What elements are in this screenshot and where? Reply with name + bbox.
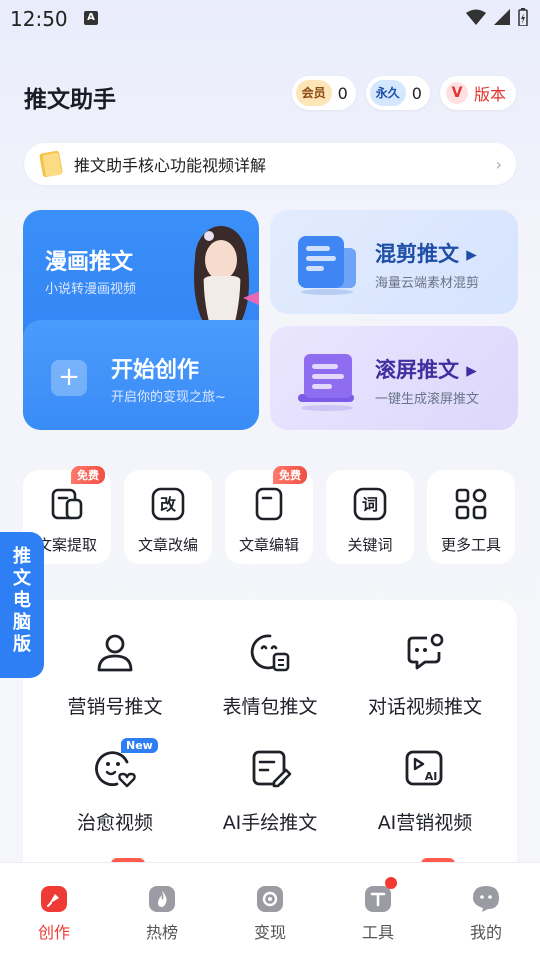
header-actions: 会员 0 永久 0 V 版本 bbox=[291, 76, 516, 110]
vip-tag: 会员 bbox=[295, 80, 332, 106]
feature-dialog[interactable]: 对话视频推文 bbox=[343, 630, 507, 719]
pc-version-button[interactable]: 推 文 电 脑 版 bbox=[0, 532, 44, 678]
chat-icon bbox=[407, 633, 444, 670]
feature-label: 对话视频推文 bbox=[367, 696, 482, 718]
free-badge: 免费 bbox=[273, 466, 307, 484]
plus-icon: + bbox=[51, 360, 87, 396]
scroll-title: 滚屏推文 ▸ bbox=[375, 358, 477, 382]
scroll-doc-icon bbox=[298, 354, 354, 411]
mix-doc-icon bbox=[298, 236, 356, 295]
version-pill[interactable]: V 版本 bbox=[439, 76, 516, 110]
tool-keyword[interactable]: 词 关键词 bbox=[326, 470, 414, 564]
status-bar: 12:50 A bbox=[0, 0, 540, 36]
tools-icon bbox=[365, 886, 391, 912]
feature-ai-draw[interactable]: AI手绘推文 bbox=[188, 746, 352, 835]
nav-label: 变现 bbox=[253, 923, 286, 942]
scroll-card[interactable]: 滚屏推文 ▸ 一键生成滚屏推文 bbox=[270, 326, 518, 430]
mix-card[interactable]: 混剪推文 ▸ 海量云端素材混剪 bbox=[270, 210, 518, 314]
pc-char: 版 bbox=[13, 634, 31, 655]
rewrite-icon: 改 bbox=[151, 487, 185, 521]
comic-card-top[interactable]: 漫画推文 小说转漫画视频 bbox=[23, 210, 259, 322]
keyword-icon: 词 bbox=[353, 487, 387, 521]
character-illustration bbox=[194, 226, 259, 322]
rewrite-glyph: 改 bbox=[160, 495, 177, 514]
pc-char: 文 bbox=[13, 568, 31, 589]
grid-icon bbox=[455, 488, 487, 520]
feature-label: 表情包推文 bbox=[222, 696, 318, 718]
start-title: 开始创作 bbox=[111, 358, 200, 383]
permanent-count: 0 bbox=[411, 83, 422, 103]
mix-subtitle: 海量云端素材混剪 bbox=[375, 276, 480, 291]
user-icon bbox=[97, 634, 133, 672]
profile-icon bbox=[473, 886, 499, 912]
emoji-icon bbox=[250, 634, 290, 672]
version-label: 版本 bbox=[473, 85, 506, 104]
create-icon bbox=[41, 886, 67, 912]
comic-card[interactable]: 漫画推文 小说转漫画视频 + 开始创作 开启你的变现之旅~ bbox=[23, 210, 259, 430]
bottom-nav: 创作 热榜 变现 工具 我的 bbox=[0, 862, 540, 960]
vip-count: 0 bbox=[337, 83, 348, 103]
ai-video-icon: AI bbox=[405, 750, 443, 786]
nav-label: 我的 bbox=[469, 923, 502, 942]
tool-article-edit[interactable]: 免费 文章编辑 bbox=[225, 466, 313, 564]
comic-subtitle: 小说转漫画视频 bbox=[45, 282, 137, 297]
tutorial-banner[interactable]: 推文助手核心功能视频详解 › bbox=[24, 143, 516, 185]
edit-doc-icon bbox=[255, 487, 283, 521]
pc-char: 电 bbox=[13, 590, 31, 611]
tool-article-rewrite[interactable]: 改 文章改编 bbox=[124, 470, 212, 564]
feature-panel: 营销号推文 表情包推文 对话视频推文 New 治愈视频 AI手绘推文 AI AI… bbox=[23, 600, 517, 880]
wifi-icon bbox=[466, 9, 486, 25]
nav-label: 创作 bbox=[37, 923, 70, 942]
ai-glyph: AI bbox=[425, 770, 438, 783]
new-badge: New bbox=[121, 738, 158, 753]
monetize-icon bbox=[257, 886, 283, 912]
nav-monetize[interactable]: 变现 bbox=[216, 863, 324, 960]
permanent-pill[interactable]: 永久 0 bbox=[365, 76, 430, 110]
notification-icon: A bbox=[84, 11, 98, 25]
feature-label: AI营销视频 bbox=[377, 812, 473, 834]
vip-pill[interactable]: 会员 0 bbox=[291, 76, 356, 110]
fire-icon bbox=[149, 886, 175, 912]
feature-label: 治愈视频 bbox=[76, 812, 153, 834]
feature-ai-marketing[interactable]: AI AI营销视频 bbox=[343, 746, 507, 835]
chevron-right-icon: › bbox=[495, 154, 502, 174]
tool-label: 更多工具 bbox=[440, 536, 501, 554]
version-icon: V bbox=[445, 82, 468, 104]
free-badge: 免费 bbox=[71, 466, 105, 484]
keyword-glyph: 词 bbox=[362, 495, 378, 514]
mix-title: 混剪推文 ▸ bbox=[375, 242, 477, 266]
extract-icon bbox=[51, 488, 83, 520]
nav-create[interactable]: 创作 bbox=[0, 863, 108, 960]
status-icons bbox=[466, 8, 528, 26]
book-icon bbox=[39, 150, 63, 178]
signal-icon bbox=[494, 9, 510, 25]
tool-more[interactable]: 更多工具 bbox=[427, 470, 515, 564]
pc-char: 推 bbox=[13, 546, 31, 567]
start-subtitle: 开启你的变现之旅~ bbox=[111, 390, 226, 405]
nav-profile[interactable]: 我的 bbox=[432, 863, 540, 960]
nav-label: 热榜 bbox=[145, 923, 178, 942]
battery-icon bbox=[518, 8, 528, 26]
status-time: 12:50 bbox=[10, 7, 68, 31]
feature-emoji[interactable]: 表情包推文 bbox=[188, 630, 352, 719]
page-title: 推文助手 bbox=[24, 87, 116, 113]
permanent-tag: 永久 bbox=[369, 80, 406, 106]
start-create-button[interactable]: + 开始创作 开启你的变现之旅~ bbox=[23, 320, 259, 430]
nav-label: 工具 bbox=[361, 923, 394, 942]
tool-label: 文章改编 bbox=[137, 536, 198, 554]
banner-text: 推文助手核心功能视频详解 bbox=[74, 156, 267, 175]
scroll-subtitle: 一键生成滚屏推文 bbox=[375, 392, 480, 407]
comic-title: 漫画推文 bbox=[45, 250, 134, 275]
pc-char: 脑 bbox=[13, 612, 31, 633]
nav-tools[interactable]: 工具 bbox=[324, 863, 432, 960]
feature-label: 营销号推文 bbox=[67, 696, 163, 718]
feature-label: AI手绘推文 bbox=[222, 812, 318, 834]
tool-label: 关键词 bbox=[347, 536, 393, 554]
feature-healing[interactable]: New 治愈视频 bbox=[33, 738, 197, 835]
tool-label: 文章编辑 bbox=[238, 536, 299, 554]
nav-hot[interactable]: 热榜 bbox=[108, 863, 216, 960]
feature-marketing[interactable]: 营销号推文 bbox=[33, 630, 197, 719]
notification-dot bbox=[385, 877, 397, 889]
draw-icon bbox=[252, 750, 292, 788]
